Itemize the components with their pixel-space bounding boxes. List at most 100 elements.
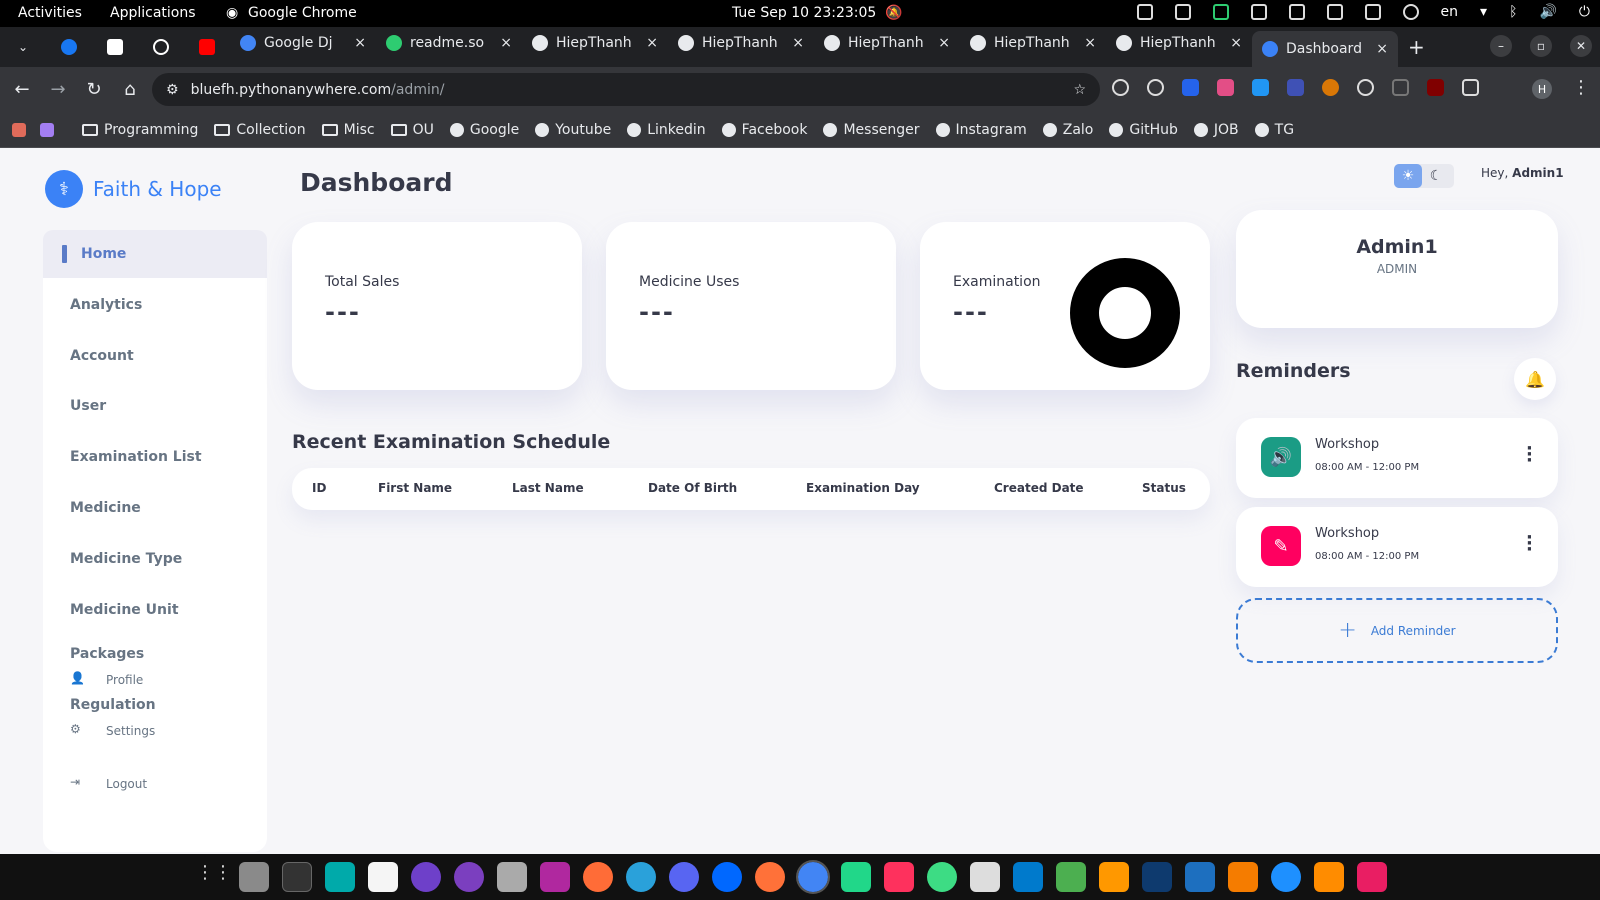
ubuntu-software-app-icon[interactable] (1228, 862, 1258, 892)
reminder-item[interactable]: 🔊 Workshop 08:00 AM - 12:00 PM · · · (1236, 418, 1558, 498)
tab-search-button[interactable]: ⌄ (0, 31, 46, 63)
target-extension-icon[interactable] (1147, 79, 1164, 96)
new-tab-button[interactable]: + (1408, 35, 1425, 59)
text-editor-app-icon[interactable] (368, 862, 398, 892)
notifications-muted-icon[interactable]: 🔕 (885, 5, 902, 21)
sidebar-item-packages[interactable]: Packages (43, 636, 267, 672)
tab-close-icon[interactable]: × (354, 35, 366, 51)
sidebar-item-medicine[interactable]: Medicine (43, 484, 267, 532)
bookmark-item[interactable]: Facebook (721, 122, 807, 138)
bookmark-item[interactable]: Misc (321, 122, 375, 138)
volume-icon[interactable]: 🔊 (1539, 4, 1556, 20)
vscode-app-icon[interactable] (1013, 862, 1043, 892)
zalo-app-icon[interactable] (712, 862, 742, 892)
bitwarden-extension-icon[interactable] (1182, 79, 1199, 96)
firefox-app-icon[interactable] (755, 862, 785, 892)
bookmark-item[interactable]: OU (390, 122, 434, 138)
bookmark-star-icon[interactable]: ☆ (1073, 82, 1086, 98)
browser-tab[interactable]: readme.so × (376, 27, 522, 59)
site-info-icon[interactable]: ⚙ (166, 82, 179, 98)
pycharm-app-icon[interactable] (841, 862, 871, 892)
pinned-tab-chatgpt[interactable] (138, 31, 184, 63)
clipboard-tray-icon[interactable] (1174, 4, 1191, 20)
magnet-tray-icon[interactable] (1250, 4, 1267, 20)
ublock-extension-icon[interactable] (1427, 79, 1444, 96)
tab-close-icon[interactable]: × (1230, 35, 1242, 51)
tab-close-icon[interactable]: × (500, 35, 512, 51)
sidebar-item-regulation[interactable]: Regulation (43, 687, 267, 723)
sidebar-item-home[interactable]: Home (43, 230, 267, 278)
forward-button[interactable]: → (40, 79, 76, 100)
tab-close-icon[interactable]: × (1376, 41, 1388, 57)
tab-close-icon[interactable]: × (938, 35, 950, 51)
bell-icon[interactable]: 🔔 (1514, 358, 1556, 400)
sublime-app-icon[interactable] (1099, 862, 1129, 892)
tab-close-icon[interactable]: × (646, 35, 658, 51)
sidebar-logout-link[interactable]: ⇥ Logout (70, 775, 147, 793)
browser-tab[interactable]: Dashboard × (1252, 31, 1398, 67)
bookmark-item[interactable]: Programming (82, 122, 198, 138)
devtools-app-icon[interactable] (540, 862, 570, 892)
tab-close-icon[interactable]: × (792, 35, 804, 51)
theme-toggle[interactable]: ☀ ☾ (1394, 164, 1454, 188)
maximize-button[interactable]: ▫ (1530, 35, 1552, 57)
bookmark-item[interactable]: Linkedin (627, 122, 706, 138)
mysql-workbench-app-icon[interactable] (1142, 862, 1172, 892)
translate-extension-icon[interactable] (1217, 79, 1234, 96)
sidebar-item-medicine-type[interactable]: Medicine Type (43, 535, 267, 583)
water-extension-icon[interactable] (1252, 79, 1269, 96)
tab-close-icon[interactable]: × (1084, 35, 1096, 51)
keyboard-language[interactable]: en (1441, 4, 1459, 20)
sidebar-item-account[interactable]: Account (43, 332, 267, 380)
postman-app-icon[interactable] (583, 862, 613, 892)
app-grid-icon[interactable]: ⋮⋮ (196, 862, 232, 892)
reload-button[interactable]: ↻ (76, 79, 112, 100)
android-studio-app-icon[interactable] (927, 862, 957, 892)
browser-tab[interactable]: HiepThanh × (522, 27, 668, 59)
reminder-item[interactable]: ✎ Workshop 08:00 AM - 12:00 PM · · · (1236, 507, 1558, 587)
bookmark-item[interactable]: Zalo (1042, 122, 1093, 138)
docker-app-icon[interactable] (1271, 862, 1301, 892)
sun-icon[interactable]: ☀ (1394, 164, 1422, 188)
brand-logo[interactable]: ⚕ Faith & Hope (45, 170, 222, 208)
color-picker-tray-icon[interactable] (1288, 4, 1305, 20)
cookie-extension-icon[interactable] (1322, 79, 1339, 96)
bookmark-item[interactable]: Instagram (935, 122, 1027, 138)
bookmark-item[interactable]: Youtube (535, 122, 611, 138)
pinned-tab-youtube[interactable] (184, 31, 230, 63)
wifi-icon[interactable]: ▾ (1480, 4, 1487, 20)
obsidian-app-icon[interactable] (454, 862, 484, 892)
bookmark-app-red-icon[interactable] (12, 122, 26, 137)
lightbulb-extension-icon[interactable] (1357, 79, 1374, 96)
github-desktop-app-icon[interactable] (411, 862, 441, 892)
bookmark-item[interactable]: TG (1254, 122, 1294, 138)
bookmark-item[interactable]: JOB (1193, 122, 1239, 138)
recycle-extension-icon[interactable] (1392, 79, 1409, 96)
moon-icon[interactable]: ☾ (1422, 164, 1450, 188)
applications-menu[interactable]: Applications (110, 5, 196, 21)
activities-button[interactable]: Activities (18, 5, 82, 21)
extensions-tray-icon[interactable] (1136, 4, 1153, 20)
profile-avatar[interactable]: H (1532, 79, 1552, 99)
browser-tab[interactable]: HiepThanh × (814, 27, 960, 59)
bookmark-item[interactable]: Collection (214, 122, 306, 138)
clock[interactable]: Tue Sep 10 23:23:05 (732, 5, 876, 21)
home-button[interactable]: ⌂ (112, 79, 148, 100)
pinned-tab-notion[interactable] (92, 31, 138, 63)
anaconda-app-icon[interactable] (1185, 862, 1215, 892)
back-button[interactable]: ← (4, 79, 40, 100)
chrome-app-icon[interactable] (796, 860, 830, 894)
sidebar-item-user[interactable]: User (43, 382, 267, 430)
bookmark-app-purple-icon[interactable] (40, 122, 54, 137)
database-app-icon[interactable] (497, 862, 527, 892)
browser-tab[interactable]: HiepThanh × (1106, 27, 1252, 59)
sidebar-settings-link[interactable]: ⚙ Settings (70, 722, 155, 740)
intellij-app-icon[interactable] (884, 862, 914, 892)
telegram-app-icon[interactable] (626, 862, 656, 892)
browser-tab[interactable]: HiepThanh × (960, 27, 1106, 59)
clipboard-manager-tray-icon[interactable] (1364, 4, 1381, 20)
terminal-app-icon[interactable] (282, 862, 312, 892)
add-reminder-button[interactable]: + Add Reminder (1236, 598, 1558, 663)
sidebar-item-analytics[interactable]: Analytics (43, 281, 267, 329)
vmware-app-icon[interactable] (325, 862, 355, 892)
